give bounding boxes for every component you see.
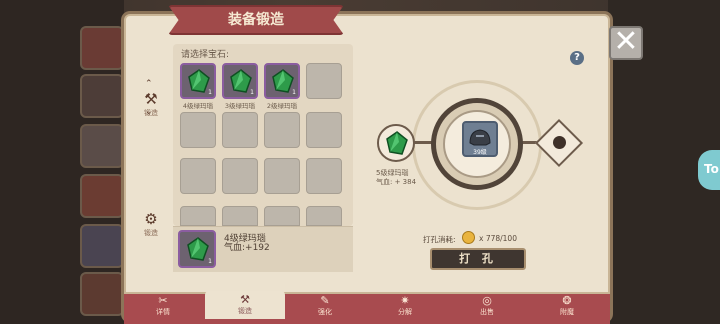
- green-gem-icon: [187, 237, 209, 261]
- punch-hole-button[interactable]: 打 孔: [430, 248, 526, 270]
- empty-gem-slot[interactable]: [306, 63, 342, 99]
- cost-label: 打孔消耗:: [423, 235, 456, 244]
- background-character-list: [0, 0, 124, 324]
- tab-label: 强化: [318, 308, 332, 316]
- gem-quantity: 1: [208, 258, 212, 265]
- enchant-icon: ❂: [562, 294, 572, 307]
- tab-label: 出售: [480, 308, 494, 316]
- gem-slot[interactable]: 1: [264, 63, 300, 99]
- background-portrait: [80, 26, 124, 70]
- forge-icon: ⚒: [240, 293, 250, 306]
- tab-decompose[interactable]: ✷ 分解: [378, 292, 432, 324]
- bottom-tab-bar: [124, 292, 610, 324]
- anvil-icon: ⚒: [144, 90, 158, 108]
- empty-gem-slot[interactable]: [180, 112, 216, 148]
- connector-line: [413, 141, 433, 144]
- gem-quantity: 1: [250, 89, 254, 96]
- tab-enhance[interactable]: ✎ 强化: [298, 292, 352, 324]
- gem-label: 2级绿玛瑙: [266, 102, 298, 110]
- background-portrait: [80, 74, 124, 118]
- empty-gem-slot[interactable]: [222, 158, 258, 194]
- empty-gem-slot[interactable]: [306, 206, 342, 226]
- selected-gem-slot[interactable]: 1: [178, 230, 216, 268]
- tab-label: 附魔: [560, 308, 574, 316]
- lock-icon: [553, 136, 566, 149]
- background-portrait: [80, 224, 124, 268]
- background-portrait: [80, 174, 124, 218]
- dialog-title: 装备锻造: [168, 5, 344, 35]
- empty-gem-slot[interactable]: [264, 206, 300, 226]
- tab-label: 锻造: [238, 307, 252, 315]
- side-nav-label: 锻造: [144, 229, 158, 237]
- side-nav-forge-2[interactable]: ⚙ 锻造: [136, 210, 166, 238]
- empty-gem-slot[interactable]: [264, 112, 300, 148]
- gem-quantity: 1: [292, 89, 296, 96]
- tab-details[interactable]: ✂ 详情: [136, 292, 190, 324]
- decompose-icon: ✷: [400, 294, 410, 307]
- cost-value: x 778/100: [479, 234, 517, 243]
- empty-gem-slot[interactable]: [222, 206, 258, 226]
- tab-sell[interactable]: ◎ 出售: [460, 292, 514, 324]
- empty-gem-slot[interactable]: [222, 112, 258, 148]
- coin-icon: [462, 231, 475, 244]
- chevron-down-icon[interactable]: ⌄: [145, 107, 153, 117]
- socket-gem-node[interactable]: [377, 124, 415, 162]
- selected-gem-stat: 气血:+192: [224, 243, 270, 253]
- background-portrait: [80, 124, 124, 168]
- empty-gem-slot[interactable]: [264, 158, 300, 194]
- gem-prompt: 请选择宝石:: [181, 50, 230, 60]
- enhance-icon: ✎: [320, 294, 330, 307]
- gem-slot[interactable]: 1: [180, 63, 216, 99]
- empty-gem-slot[interactable]: [180, 206, 216, 226]
- tab-label: 分解: [398, 308, 412, 316]
- equipment-level: 39级: [473, 149, 487, 156]
- chevron-up-icon[interactable]: ⌃: [145, 79, 153, 89]
- background-portrait: [80, 272, 124, 316]
- empty-gem-slot[interactable]: [180, 158, 216, 194]
- gem-slot[interactable]: 1: [222, 63, 258, 99]
- empty-gem-slot[interactable]: [306, 112, 342, 148]
- forge-hammer-icon: ⚙: [144, 210, 158, 228]
- tab-forge[interactable]: ⚒ 锻造: [205, 291, 285, 319]
- gem-quantity: 1: [208, 89, 212, 96]
- sell-icon: ◎: [482, 294, 492, 307]
- tab-label: 详情: [156, 308, 170, 316]
- tab-enchant[interactable]: ❂ 附魔: [540, 292, 594, 324]
- green-gem-icon: [386, 131, 408, 155]
- help-icon[interactable]: ?: [570, 51, 584, 65]
- empty-gem-slot[interactable]: [306, 158, 342, 194]
- details-icon: ✂: [158, 294, 168, 307]
- background-side-tab[interactable]: To: [698, 150, 720, 190]
- close-button[interactable]: ✕: [609, 26, 643, 60]
- socket-gem-stat: 气血: + 384: [376, 178, 417, 186]
